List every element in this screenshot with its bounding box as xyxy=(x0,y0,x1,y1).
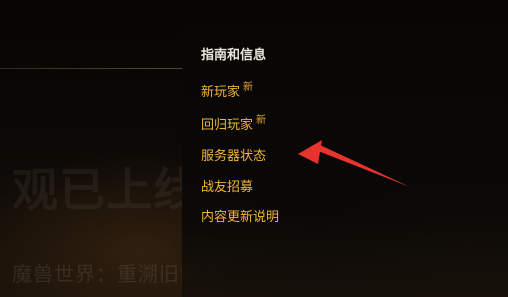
annotation-arrow-icon xyxy=(298,140,410,187)
